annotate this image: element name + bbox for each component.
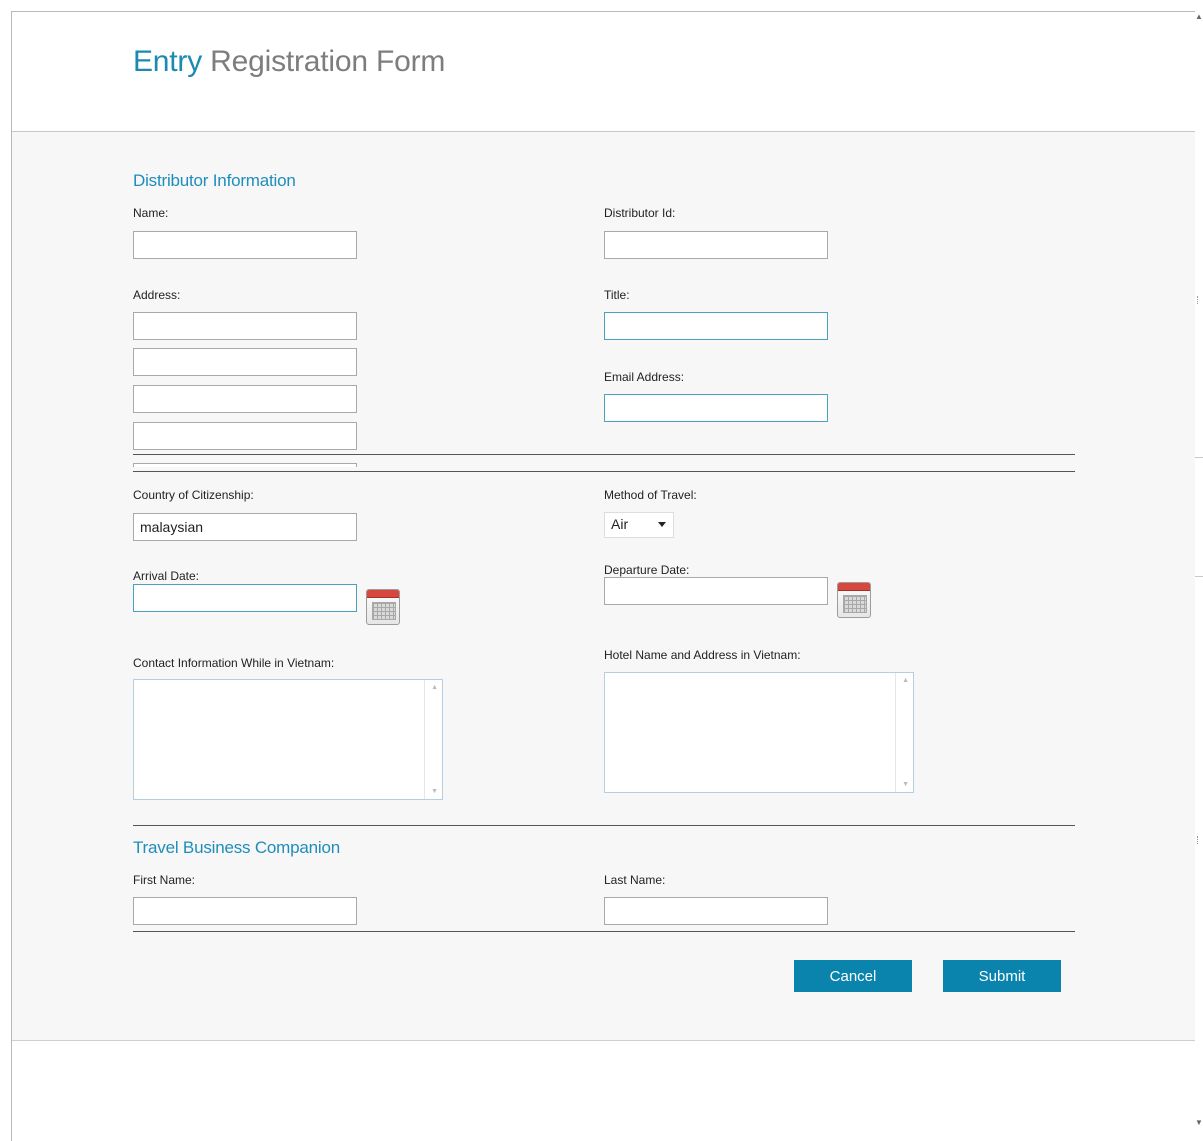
scroll-grip bbox=[1197, 296, 1202, 304]
address-line-5-input[interactable] bbox=[133, 463, 357, 467]
citizenship-input[interactable] bbox=[133, 513, 357, 541]
scroll-up-icon[interactable]: ▲ bbox=[431, 684, 438, 691]
email-label: Email Address: bbox=[604, 370, 685, 384]
calendar-grid bbox=[372, 602, 396, 620]
hotel-textarea[interactable]: ▲ ▼ bbox=[604, 672, 914, 793]
citizenship-label: Country of Citizenship: bbox=[133, 488, 254, 502]
page-title-accent: Entry bbox=[133, 45, 203, 78]
name-label: Name: bbox=[133, 206, 169, 220]
scroll-up-icon[interactable]: ▲ bbox=[902, 677, 909, 684]
scroll-grip bbox=[1197, 836, 1202, 844]
companion-section-heading: Travel Business Companion bbox=[133, 838, 340, 857]
departure-date-label: Departure Date: bbox=[604, 563, 690, 577]
address-line-2-input[interactable] bbox=[133, 348, 357, 376]
arrival-date-input[interactable] bbox=[133, 584, 357, 612]
address-line-3-input[interactable] bbox=[133, 385, 357, 413]
address-line-4-input[interactable] bbox=[133, 422, 357, 450]
calendar-icon[interactable] bbox=[366, 589, 400, 625]
email-input[interactable] bbox=[604, 394, 828, 422]
method-of-travel-value: Air bbox=[611, 516, 629, 532]
contact-info-textarea[interactable]: ▲ ▼ bbox=[133, 679, 443, 800]
address-label: Address: bbox=[133, 288, 181, 302]
title-input[interactable] bbox=[604, 312, 828, 340]
first-name-label: First Name: bbox=[133, 873, 196, 887]
method-of-travel-label: Method of Travel: bbox=[604, 488, 697, 502]
calendar-header bbox=[367, 590, 399, 598]
page-header: Entry Registration Form bbox=[12, 12, 1195, 132]
scroll-down-icon[interactable]: ▼ bbox=[431, 788, 438, 795]
departure-date-input[interactable] bbox=[604, 577, 828, 605]
distributor-id-label: Distributor Id: bbox=[604, 206, 676, 220]
section-divider bbox=[133, 825, 1075, 826]
scroll-track-line bbox=[1195, 576, 1203, 577]
section-divider bbox=[133, 454, 1075, 455]
window-scrollbar[interactable]: ▲ ▼ bbox=[1195, 11, 1203, 1129]
section-divider bbox=[133, 471, 1075, 472]
last-name-input[interactable] bbox=[604, 897, 828, 925]
scroll-down-icon[interactable]: ▼ bbox=[902, 781, 909, 788]
first-name-input[interactable] bbox=[133, 897, 357, 925]
calendar-grid bbox=[843, 595, 867, 613]
section-divider bbox=[133, 931, 1075, 932]
method-of-travel-select[interactable]: Air bbox=[604, 512, 674, 538]
contact-info-label: Contact Information While in Vietnam: bbox=[133, 656, 335, 670]
distributor-section-heading: Distributor Information bbox=[133, 171, 296, 190]
scroll-down-icon[interactable]: ▼ bbox=[1195, 1117, 1203, 1129]
calendar-header bbox=[838, 583, 870, 591]
calendar-icon[interactable] bbox=[837, 582, 871, 618]
chevron-down-icon bbox=[658, 522, 666, 527]
textarea-scrollbar[interactable]: ▲ ▼ bbox=[424, 680, 442, 799]
arrival-date-label: Arrival Date: bbox=[133, 569, 200, 583]
distributor-id-input[interactable] bbox=[604, 231, 828, 259]
page-title-rest: Registration Form bbox=[202, 45, 446, 78]
cancel-button[interactable]: Cancel bbox=[794, 960, 912, 992]
scroll-up-icon[interactable]: ▲ bbox=[1195, 11, 1203, 23]
scroll-track-line bbox=[1195, 457, 1203, 458]
form-container: Distributor Information Name: Distributo… bbox=[12, 132, 1195, 1041]
title-label: Title: bbox=[604, 288, 630, 302]
last-name-label: Last Name: bbox=[604, 873, 666, 887]
page-title: Entry Registration Form bbox=[133, 45, 445, 79]
submit-button[interactable]: Submit bbox=[943, 960, 1061, 992]
address-line-1-input[interactable] bbox=[133, 312, 357, 340]
name-input[interactable] bbox=[133, 231, 357, 259]
textarea-scrollbar[interactable]: ▲ ▼ bbox=[895, 673, 913, 792]
hotel-label: Hotel Name and Address in Vietnam: bbox=[604, 648, 801, 662]
